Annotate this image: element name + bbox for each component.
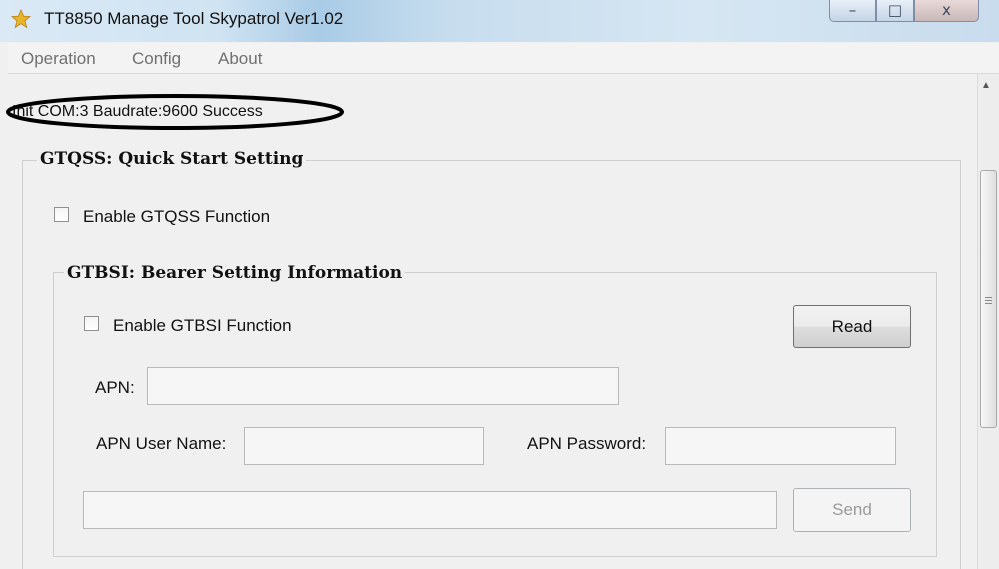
close-button[interactable]: x bbox=[914, 0, 979, 22]
gtqss-enable-label[interactable]: Enable GTQSS Function bbox=[83, 207, 270, 227]
title-bar[interactable]: TT8850 Manage Tool Skypatrol Ver1.02 – □… bbox=[0, 0, 999, 42]
read-button[interactable]: Read bbox=[793, 305, 911, 348]
app-window: TT8850 Manage Tool Skypatrol Ver1.02 – □… bbox=[0, 0, 999, 569]
apn-user-name-label: APN User Name: bbox=[96, 434, 227, 453]
annotation-ellipse bbox=[6, 94, 344, 130]
vertical-scrollbar[interactable]: ▲ bbox=[977, 74, 999, 569]
menu-bar: Operation Config About bbox=[8, 43, 999, 74]
close-icon: x bbox=[942, 1, 951, 19]
maximize-icon: □ bbox=[887, 1, 903, 19]
scrollbar-grip-icon bbox=[985, 297, 992, 306]
window-title: TT8850 Manage Tool Skypatrol Ver1.02 bbox=[44, 9, 344, 28]
gtbsi-enable-checkbox[interactable] bbox=[84, 316, 99, 331]
command-preview-field bbox=[83, 491, 777, 529]
maximize-button[interactable]: □ bbox=[876, 0, 914, 22]
minimize-icon: – bbox=[848, 1, 857, 19]
scroll-up-arrow-icon[interactable]: ▲ bbox=[981, 80, 991, 91]
apn-user-name-input[interactable] bbox=[244, 427, 484, 465]
gtbsi-group-title: GTBSI: Bearer Setting Information bbox=[64, 263, 406, 283]
menu-about[interactable]: About bbox=[218, 49, 262, 69]
gtqss-group-title: GTQSS: Quick Start Setting bbox=[37, 149, 307, 169]
apn-password-label: APN Password: bbox=[527, 434, 647, 453]
send-button: Send bbox=[793, 488, 911, 532]
scrollbar-thumb[interactable] bbox=[980, 170, 997, 428]
menu-operation[interactable]: Operation bbox=[21, 49, 96, 69]
gtqss-enable-checkbox[interactable] bbox=[54, 207, 69, 222]
menu-config[interactable]: Config bbox=[132, 49, 181, 69]
minimize-button[interactable]: – bbox=[829, 0, 876, 22]
gtbsi-enable-label[interactable]: Enable GTBSI Function bbox=[113, 316, 292, 336]
app-star-icon bbox=[10, 8, 32, 29]
apn-label: APN: bbox=[95, 378, 135, 397]
apn-input[interactable] bbox=[147, 367, 619, 405]
apn-password-input[interactable] bbox=[665, 427, 896, 465]
